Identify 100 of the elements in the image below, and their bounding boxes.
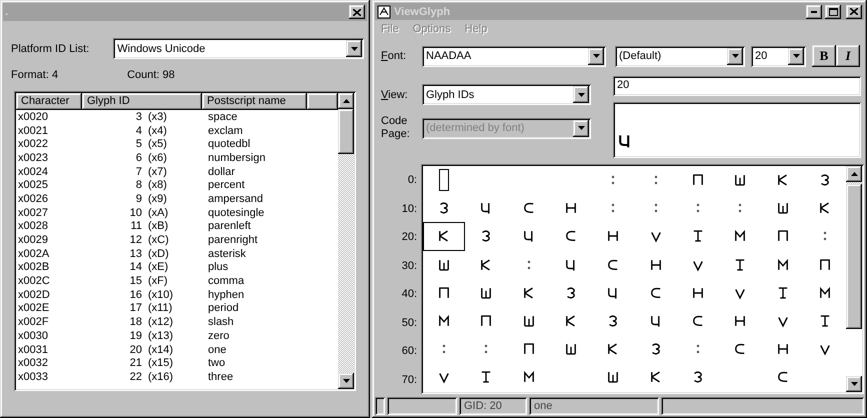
character-cell-text: x002A (17, 248, 50, 260)
glyph-icon (818, 200, 832, 216)
close-button[interactable] (846, 4, 862, 19)
close-button[interactable] (349, 5, 365, 19)
caret-icon (578, 92, 584, 96)
maximize-button[interactable] (825, 4, 841, 19)
count-text: Count: 98 (127, 69, 175, 81)
glyph-id-cell-text: 15 (128, 275, 142, 288)
postscript-name-cell-text: exclam (207, 124, 244, 137)
glyph-icon (648, 369, 663, 386)
caret-icon (350, 46, 358, 50)
font-dropdown[interactable]: NAADAA (422, 46, 606, 66)
character-cell-text: x002B (17, 261, 50, 274)
glyph-id-cell-text: 17 (128, 302, 142, 314)
glyph-hex-cell-text: (x16) (147, 370, 174, 383)
column-header[interactable]: Glyph ID (82, 93, 202, 110)
style-dropdown[interactable]: (Default) (615, 46, 745, 66)
glyph-icon (606, 369, 620, 386)
glyph-icon (733, 172, 748, 188)
glyph-hex-cell-text: (xC) (147, 234, 170, 246)
status-pane: one (529, 397, 659, 415)
close-icon (353, 8, 361, 16)
glyph-id-cell-text: 18 (128, 316, 142, 328)
glyph-icon (776, 200, 790, 216)
caret-icon (592, 54, 600, 58)
row-label: 20: (400, 230, 418, 245)
glyph-id-cell-text: 19 (128, 330, 142, 342)
glyph-id-cell-text: 16 (128, 288, 142, 301)
glyph-hex-cell-text: (x11) (147, 302, 174, 314)
dropdown-button[interactable] (573, 86, 589, 103)
dropdown-button[interactable] (588, 48, 604, 64)
dropdown-button[interactable] (727, 48, 743, 64)
glyph-hex-cell-text: (x6) (147, 152, 168, 164)
dropdown-button[interactable] (346, 40, 362, 57)
glyph-id-cell-text: 12 (128, 234, 142, 246)
glyph-cell[interactable] (423, 222, 466, 251)
scroll-up-button[interactable] (846, 166, 862, 182)
caret-icon (732, 54, 738, 58)
maximize-icon (828, 8, 838, 16)
column-header[interactable] (307, 93, 338, 110)
size-dropdown[interactable]: 20 (751, 46, 806, 66)
glyph-id-cell-text: 21 (128, 357, 142, 370)
postscript-name-cell-text: numbersign (207, 152, 266, 164)
glyph-hex-cell-text: (x13) (147, 330, 174, 342)
app-icon (377, 4, 391, 19)
glyph-icon (437, 284, 452, 301)
glyph-id-cell-text: 7 (134, 166, 142, 178)
character-cell-text: x0023 (17, 152, 49, 164)
glyph-hex-cell-text: (xE) (147, 261, 170, 274)
scroll-down-button[interactable] (846, 376, 862, 392)
dot-glyph-icon (610, 202, 616, 214)
character-cell-text: x0021 (17, 124, 49, 137)
format-text: Format: 4 (11, 69, 58, 81)
glyph-hex-cell-text: (x7) (147, 166, 168, 178)
column-header[interactable]: Postscript name (202, 93, 307, 110)
glyph-id-cell-text: 6 (134, 152, 142, 164)
up-arrow-icon (342, 99, 350, 103)
dot-glyph-icon (652, 174, 659, 186)
platform-dropdown[interactable]: Windows Unicode (113, 38, 364, 59)
view-dropdown[interactable]: Glyph IDs (422, 84, 591, 105)
status-pane: GID: 20 (459, 397, 527, 415)
bold-button[interactable]: B (812, 45, 836, 67)
scroll-thumb[interactable] (338, 109, 354, 154)
postscript-name-cell-text: slash (207, 316, 235, 328)
row-label: 30: (400, 258, 418, 274)
dot-glyph-icon (822, 230, 828, 242)
postscript-name-cell-text: two (207, 357, 226, 370)
scroll-down-button[interactable] (338, 373, 354, 389)
dropdown-button[interactable] (788, 48, 804, 64)
italic-button[interactable]: I (836, 45, 860, 67)
window-title: ViewGlyph (394, 6, 452, 18)
glyph-icon (522, 284, 536, 301)
glyph-id-cell-text: 14 (128, 261, 142, 274)
column-header[interactable]: Character (16, 93, 82, 110)
up-arrow-icon (850, 172, 858, 176)
row-label: 10: (400, 202, 418, 216)
glyph-id-cell-text: 22 (128, 370, 142, 383)
scrollbar[interactable] (846, 166, 862, 392)
scroll-thumb[interactable] (846, 184, 862, 329)
postscript-name-cell-text: quotesingle (207, 206, 266, 219)
postscript-name-cell-text: period (207, 302, 240, 314)
glyph-hex-cell-text: (xA) (147, 206, 170, 219)
preview-text-field[interactable]: 20 (613, 76, 861, 96)
row-label: 50: (400, 316, 418, 330)
glyph-id-cell-text: 8 (134, 179, 142, 192)
scroll-up-button[interactable] (338, 93, 354, 109)
font-label: Font: (381, 50, 408, 62)
scrollbar[interactable] (338, 93, 354, 389)
code-page-label: Code Page: (381, 115, 411, 141)
glyph-hex-cell-text: (x14) (147, 344, 174, 356)
row-label: 70: (400, 372, 418, 388)
postscript-name-cell-text: asterisk (207, 248, 247, 260)
glyph-id-cell-text: 10 (128, 206, 142, 219)
character-cell-text: x002F (17, 316, 50, 328)
row-label: 0: (406, 173, 418, 188)
character-cell-text: x0033 (17, 370, 49, 383)
glyph-hex-cell-text: (xD) (147, 248, 170, 260)
postscript-name-cell-text: plus (207, 261, 230, 274)
glyph-id-cell-text: 20 (128, 344, 142, 356)
minimize-button[interactable] (806, 4, 822, 19)
